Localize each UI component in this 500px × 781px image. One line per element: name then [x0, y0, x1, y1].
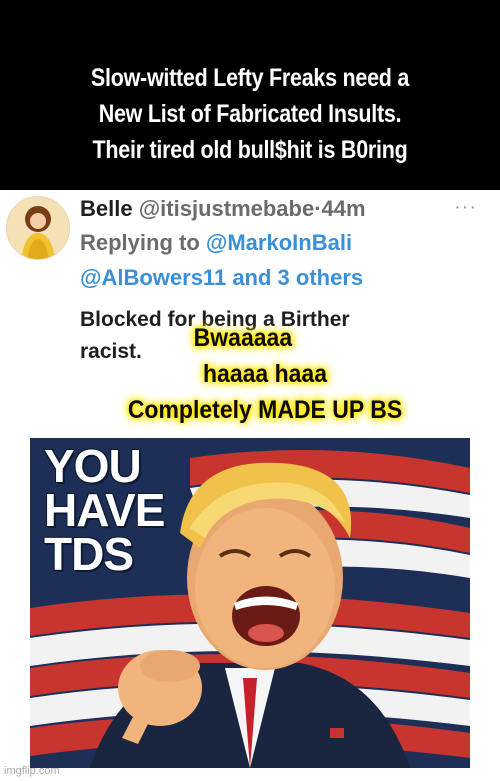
reply-handle-link-2[interactable]: @AlBowers11 — [80, 265, 226, 290]
overlay-line-3: Completely MADE UP BS — [127, 396, 403, 424]
avatar — [6, 196, 70, 260]
poster-line-1: YOU — [44, 440, 142, 492]
reply-others-link[interactable]: and 3 others — [232, 265, 363, 290]
caption-line-2: New List of Fabricated Insults. — [98, 100, 402, 128]
poster-line-2: HAVE — [44, 484, 165, 536]
illustration-image: YOU HAVE TDS — [30, 438, 470, 768]
poster-text: YOU HAVE TDS — [44, 440, 165, 580]
caption-line-1: Slow-witted Lefty Freaks need a — [90, 64, 410, 92]
tweet-header: Belle @itisjustmebabe·44m — [80, 196, 366, 222]
user-handle[interactable]: @itisjustmebabe — [139, 196, 315, 221]
meme-caption: Slow-witted Lefty Freaks need a New List… — [35, 60, 465, 168]
overlay-line-2: haaaa haaa — [202, 360, 328, 388]
replying-to-line: Replying to @MarkoInBali — [80, 230, 352, 256]
separator-dot: · — [314, 196, 322, 221]
overlay-line-1: Bwaaaaa — [193, 324, 293, 352]
caption-line-3: Their tired old bull$hit is B0ring — [92, 136, 408, 164]
more-horizontal-icon[interactable]: ··· — [454, 196, 477, 219]
replying-prefix: Replying to — [80, 230, 200, 255]
display-name[interactable]: Belle — [80, 196, 133, 221]
replying-to-line-2: @AlBowers11 and 3 others — [80, 265, 363, 291]
poster-line-3: TDS — [44, 528, 134, 580]
overlay-caption: Bwaaaaa haaaa haaa Completely MADE UP BS — [86, 320, 445, 428]
reply-handle-link[interactable]: @MarkoInBali — [206, 230, 352, 255]
watermark: imgflip.com — [4, 765, 60, 777]
timestamp[interactable]: 44m — [322, 196, 366, 221]
